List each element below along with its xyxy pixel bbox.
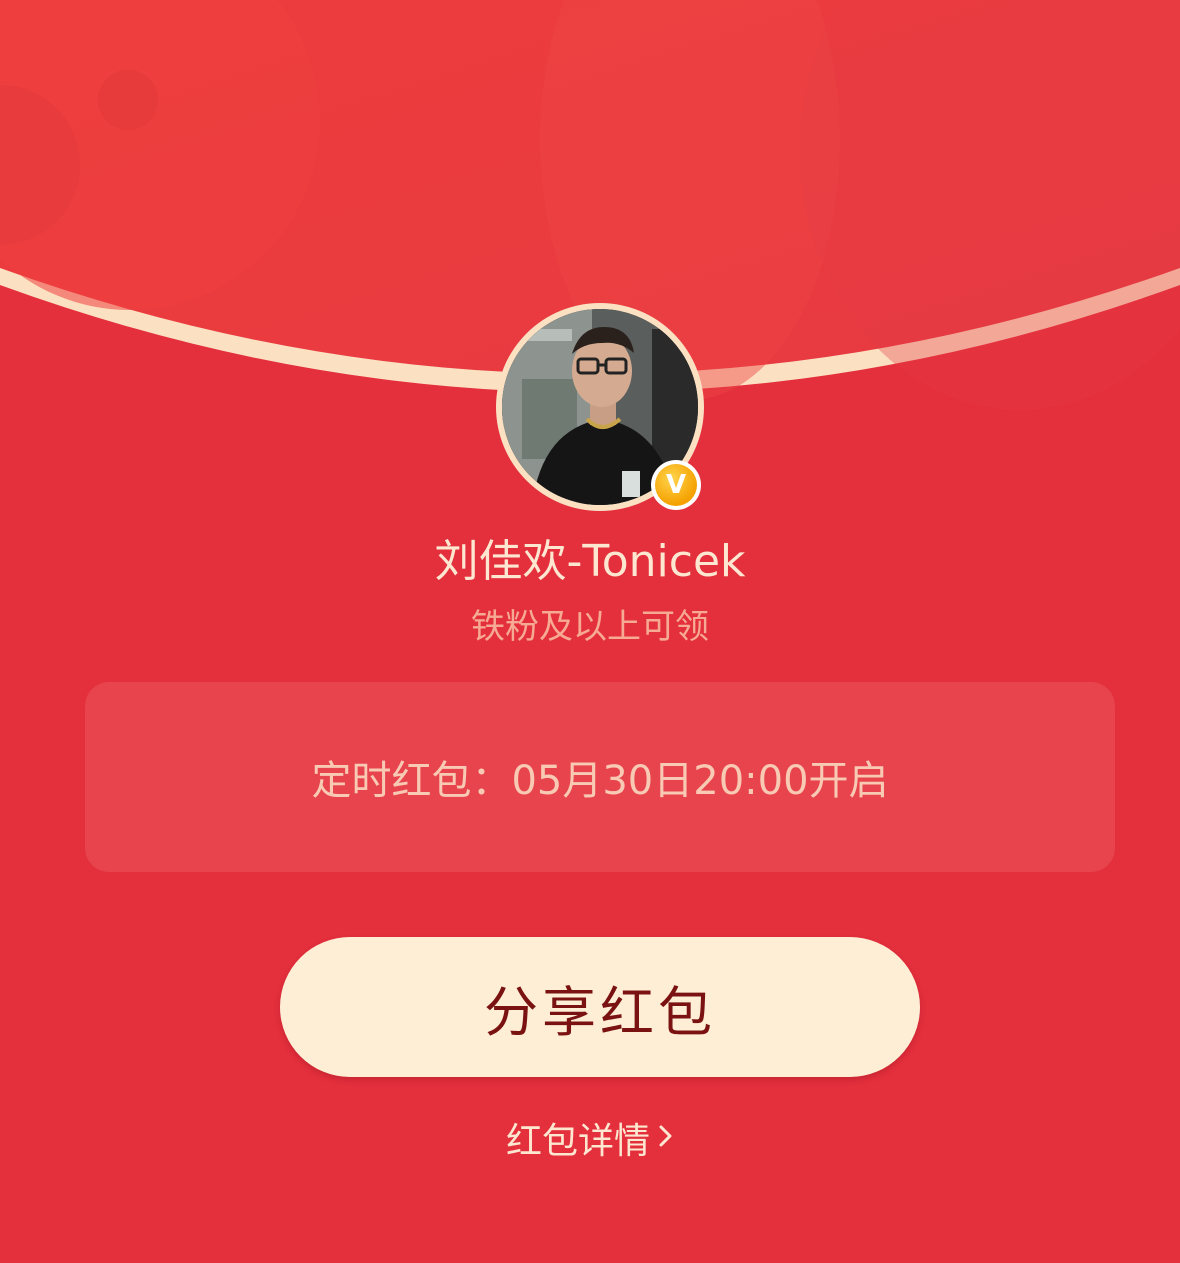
details-link-label: 红包详情 [505,1121,650,1162]
username: 刘佳欢-Tonicek [434,536,746,587]
red-envelope-page: V 刘佳欢-Tonicek 铁粉及以上可领 定时红包：05月30日20:00开启… [0,0,1180,1263]
share-red-envelope-button[interactable]: 分享红包 [280,937,920,1077]
red-envelope-details-link[interactable]: 红包详情 [0,1112,1180,1164]
timer-panel: 定时红包：05月30日20:00开启 [85,682,1115,872]
verified-badge: V [651,460,701,510]
timer-text: 定时红包：05月30日20:00开启 [311,758,889,804]
eligibility-note: 铁粉及以上可领 [471,607,709,647]
chevron-right-icon [658,1122,674,1154]
share-button-label: 分享红包 [484,980,716,1044]
verified-v-badge-icon: V [655,464,697,506]
